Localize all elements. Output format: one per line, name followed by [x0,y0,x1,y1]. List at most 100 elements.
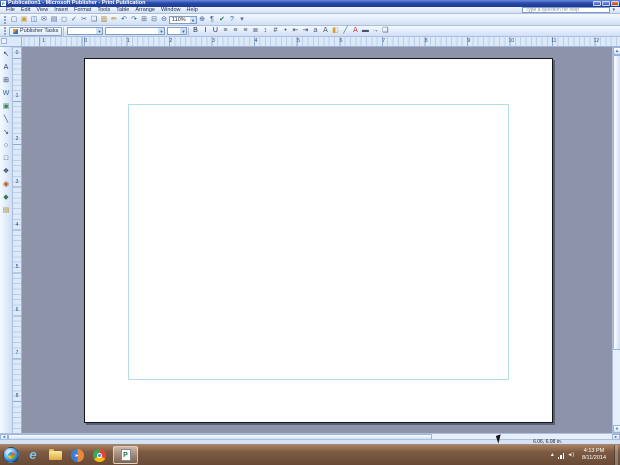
workspace-scratch-area[interactable] [22,47,612,433]
undo-button[interactable]: ↶ [119,15,129,25]
chevron-down-icon[interactable]: ▼ [190,16,196,23]
cut-button[interactable]: ✂ [79,15,89,25]
chrome-button[interactable] [91,447,107,463]
minimize-button[interactable] [593,1,601,6]
tab-selector-icon[interactable] [1,38,7,44]
redo-button[interactable]: ↷ [129,15,139,25]
menu-item[interactable]: Help [184,7,201,14]
hot-spot-tool[interactable]: ◉ [0,178,12,191]
publisher-taskbar-button[interactable]: P [113,446,138,464]
horizontal-ruler[interactable]: 1 0 1 2 3 4 5 6 7 8 9 10 11 12 [22,37,620,47]
toolbar-grip[interactable] [4,15,7,24]
line-spacing-button[interactable]: ↕ [260,26,270,36]
copy-button[interactable]: ❏ [89,15,99,25]
new-button[interactable]: ▢ [9,15,19,25]
chevron-down-icon[interactable]: ▾ [610,7,617,13]
italic-button[interactable]: I [200,26,210,36]
bold-button[interactable]: B [190,26,200,36]
chevron-down-icon[interactable]: ▼ [180,28,187,34]
menu-item[interactable]: Edit [18,7,33,14]
windows-explorer-button[interactable] [47,447,63,463]
increase-font-button[interactable]: A [320,26,330,36]
vertical-scroll-thumb[interactable] [613,55,620,350]
font-combobox[interactable]: ▼ [105,27,166,35]
underline-button[interactable]: U [210,26,220,36]
vertical-ruler[interactable]: 0 1 2 3 4 5 6 7 8 [13,47,22,433]
decrease-font-button[interactable]: a [310,26,320,36]
align-center-button[interactable]: ≡ [230,26,240,36]
design-gallery-object-tool[interactable]: ◆ [0,191,12,204]
start-button[interactable] [3,447,19,463]
text-box-tool[interactable]: A [0,61,12,74]
style-combobox[interactable]: ▼ [67,27,104,35]
media-player-button[interactable]: ▸ [69,447,85,463]
email-button[interactable]: ✉ [39,15,49,25]
spelling-button[interactable]: ✓ [69,15,79,25]
menu-item[interactable]: Arrange [132,7,158,14]
help-question-input[interactable]: Type a question for help [522,7,611,13]
network-icon[interactable] [557,452,565,459]
menu-item[interactable]: File [3,7,18,14]
numbering-button[interactable]: # [270,26,280,36]
scroll-up-icon[interactable]: ▲ [613,47,620,55]
align-right-button[interactable]: ≡ [240,26,250,36]
select-objects-tool[interactable]: ↖ [0,48,12,61]
shadow-style-button[interactable]: ❏ [380,26,390,36]
menu-item[interactable]: View [33,7,51,14]
taskbar-clock[interactable]: 4:13 PM 8/11/2014 [577,448,611,462]
special-characters-button[interactable]: ¶ [207,15,217,25]
open-button[interactable]: ▣ [19,15,29,25]
autoshapes-tool[interactable]: ❖ [0,165,12,178]
paste-button[interactable]: ▥ [99,15,109,25]
insert-table-tool[interactable]: ⊞ [0,74,12,87]
font-color-button[interactable]: A [350,26,360,36]
fill-color-button[interactable]: ◧ [330,26,340,36]
insert-wordart-tool[interactable]: W [0,87,12,100]
oval-tool[interactable]: ○ [0,139,12,152]
scroll-down-icon[interactable]: ▼ [613,425,620,433]
help-button[interactable]: ? [227,15,237,25]
show-hidden-icons-button[interactable]: ▲ [550,452,555,458]
print-preview-button[interactable]: ◻ [59,15,69,25]
zoom-out-button[interactable]: ⊖ [159,15,169,25]
vertical-scrollbar[interactable]: ▲ ▼ [612,47,620,433]
decrease-indent-button[interactable]: ⇤ [290,26,300,36]
align-left-button[interactable]: ≡ [220,26,230,36]
show-desktop-button[interactable] [614,444,618,465]
zoom-combobox[interactable]: 110% ▼ [169,15,197,24]
chevron-down-icon[interactable]: ▼ [96,28,103,34]
menu-item[interactable]: Window [158,7,184,14]
print-button[interactable]: ▤ [49,15,59,25]
arrow-tool[interactable]: ↘ [0,126,12,139]
save-button[interactable]: ◫ [29,15,39,25]
menu-item[interactable]: Format [71,7,94,14]
menu-item[interactable]: Insert [51,7,71,14]
justify-button[interactable]: ≣ [250,26,260,36]
picture-frame-tool[interactable]: ▣ [0,100,12,113]
close-button[interactable] [611,1,619,6]
ruler-origin-box[interactable] [0,37,22,47]
internet-explorer-button[interactable]: e [25,447,41,463]
line-tool[interactable]: ╲ [0,113,12,126]
send-to-back-button[interactable]: ⊟ [149,15,159,25]
maximize-button[interactable] [602,1,610,6]
chevron-down-icon[interactable]: ▼ [158,28,165,34]
bring-to-front-button[interactable]: ⊞ [139,15,149,25]
design-checker-button[interactable]: ✔ [217,15,227,25]
bullets-button[interactable]: • [280,26,290,36]
menu-item[interactable]: Table [113,7,132,14]
content-library-tool[interactable]: ▤ [0,204,12,217]
publication-page[interactable] [84,58,553,423]
arrow-style-button[interactable]: → [370,26,380,36]
format-painter-button[interactable]: ✏ [109,15,119,25]
toolbar-grip[interactable] [4,27,7,35]
toolbar-options-button[interactable]: ▾ [237,15,247,25]
line-style-button[interactable]: ▬ [360,26,370,36]
publisher-tasks-button[interactable]: Publisher Tasks [9,26,63,36]
volume-icon[interactable]: ◄) [567,452,574,458]
font-size-combobox[interactable]: ▼ [167,27,188,35]
zoom-in-button[interactable]: ⊕ [197,15,207,25]
line-color-button[interactable]: ╱ [340,26,350,36]
rectangle-tool[interactable]: □ [0,152,12,165]
menu-item[interactable]: Tools [94,7,113,14]
